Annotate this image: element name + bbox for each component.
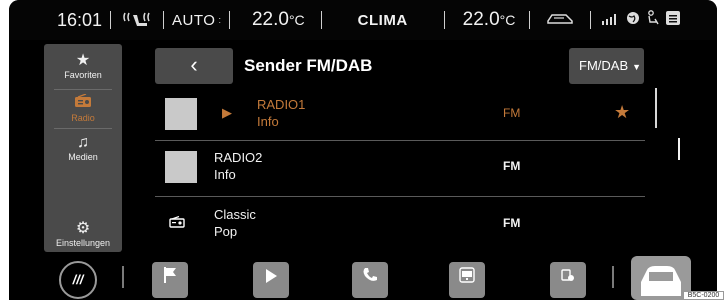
car-air-icon[interactable] [546, 10, 574, 31]
divider [110, 11, 112, 29]
station-row-radio1[interactable]: ▶ RADIO1 Info FM ★ [155, 88, 645, 140]
temperature-left-unit: °C [288, 12, 305, 28]
scrollbar-track[interactable] [655, 88, 657, 128]
status-bar: 16:01 AUTO : 22.0°C CLIMA 22.0°C [9, 0, 717, 40]
phone-icon[interactable] [352, 262, 388, 298]
sidebar-item-label: Einstellungen [55, 238, 111, 248]
station-band: FM [503, 216, 521, 230]
temperature-right-value: 22.0 [462, 9, 500, 30]
station-name: RADIO2 Info [214, 149, 262, 183]
flag-icon[interactable] [152, 262, 188, 298]
divider [228, 11, 230, 29]
temperature-left[interactable]: 22.0°C [252, 9, 305, 31]
signal-icon [602, 10, 620, 30]
station-band: FM [503, 159, 521, 173]
divider [320, 11, 322, 29]
divider [155, 196, 645, 197]
divider [122, 266, 124, 288]
sidebar-item-label: Medien [68, 152, 98, 162]
station-row-radio2[interactable]: RADIO2 Info FM [155, 141, 645, 193]
divider [54, 128, 112, 129]
app-connect-icon[interactable] [449, 262, 485, 298]
home-button[interactable]: /// [59, 261, 97, 299]
divider [443, 11, 445, 29]
station-info-text: Info [214, 167, 236, 182]
seat-heating-icon[interactable] [119, 0, 155, 40]
band-select-value: FM/DAB [579, 58, 629, 73]
divider [54, 89, 112, 90]
infotainment-screen: 16:01 AUTO : 22.0°C CLIMA 22.0°C ★ Favor… [9, 0, 717, 300]
station-band: FM [503, 106, 521, 120]
globe-icon [626, 10, 640, 30]
page-title: Sender FM/DAB [244, 56, 373, 75]
gear-icon: ⚙ [75, 220, 91, 237]
play-indicator-icon: ▶ [222, 105, 232, 120]
sidebar-item-favoriten[interactable]: ★ Favoriten [44, 52, 122, 80]
temperature-right[interactable]: 22.0°C [463, 9, 516, 31]
bezel-right [717, 0, 724, 300]
car-icon[interactable] [631, 256, 691, 300]
seat-icon [646, 9, 660, 31]
figure-tag: B5C-0200 [683, 291, 724, 300]
band-select-dropdown[interactable]: FM/DAB ▼ [569, 48, 644, 84]
scrollbar-thumb[interactable] [678, 138, 680, 160]
divider [590, 11, 592, 29]
station-logo [165, 98, 197, 130]
station-name: RADIO1 Info [257, 96, 305, 130]
clock: 16:01 [57, 9, 103, 30]
favorite-star-icon[interactable]: ★ [614, 102, 630, 123]
sidebar-item-medien[interactable]: ♫ Medien [44, 134, 122, 162]
play-icon[interactable] [253, 262, 289, 298]
temperature-right-unit: °C [499, 12, 516, 28]
music-icon: ♫ [77, 134, 89, 151]
sidebar: ★ Favoriten Radio ♫ Medien ⚙ Einstellung… [44, 44, 122, 252]
chevron-left-icon: ‹ [190, 52, 198, 77]
station-name-text: Classic [214, 207, 256, 222]
sidebar-item-radio[interactable]: Radio [44, 93, 122, 123]
fan-level-dots: : [218, 15, 221, 25]
divider [163, 11, 165, 29]
sidebar-item-einstellungen[interactable]: ⚙ Einstellungen [44, 220, 122, 248]
station-info-text: Info [257, 114, 279, 129]
radio-icon [44, 93, 122, 113]
sidebar-item-label: Favoriten [64, 70, 102, 80]
divider [612, 266, 614, 288]
station-info-text: Pop [214, 224, 238, 239]
bezel-left [0, 0, 9, 300]
bottom-bar: /// [9, 252, 717, 300]
menu-icon[interactable] [666, 10, 681, 30]
divider [529, 11, 531, 29]
station-name-text: RADIO2 [214, 150, 263, 165]
station-logo [165, 151, 197, 183]
back-button[interactable]: ‹ [155, 48, 233, 84]
star-icon: ★ [75, 52, 91, 69]
sidebar-item-label: Radio [71, 113, 95, 123]
temperature-left-value: 22.0 [251, 9, 289, 30]
clima-button[interactable]: CLIMA [358, 12, 408, 29]
station-name-text: RADIO1 [257, 97, 306, 112]
auto-button[interactable]: AUTO [172, 12, 215, 29]
station-row-classic[interactable]: Classic Pop FM [155, 198, 645, 250]
vehicle-settings-icon[interactable] [550, 262, 586, 298]
caret-down-icon: ▼ [632, 62, 642, 72]
seat-heating-icon-graphic [123, 12, 150, 26]
station-name: Classic Pop [214, 206, 256, 240]
radio-icon [169, 215, 185, 231]
